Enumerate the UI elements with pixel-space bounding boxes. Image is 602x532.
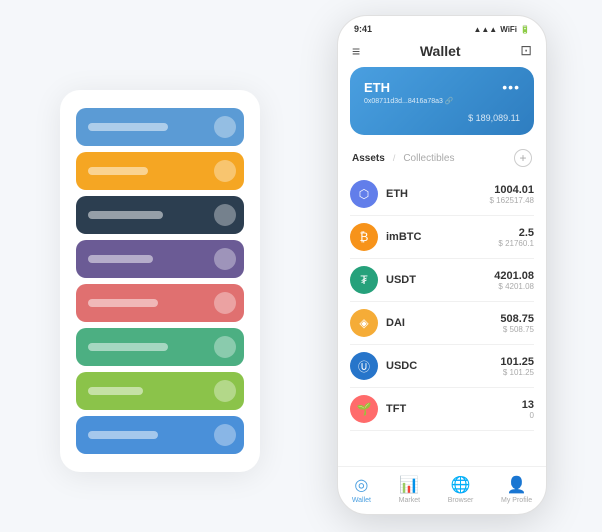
tab-divider: /: [393, 153, 396, 163]
status-bar: 9:41 ▲▲▲ WiFi 🔋: [338, 16, 546, 38]
eth-values: 1004.01 $ 162517.48: [490, 184, 535, 205]
tab-assets[interactable]: Assets: [352, 153, 385, 164]
dai-amount: 508.75: [500, 313, 534, 325]
bottom-nav: ◎ Wallet 📊 Market 🌐 Browser 👤 My Profile: [338, 466, 546, 514]
asset-row-eth[interactable]: ⬡ ETH 1004.01 $ 162517.48: [350, 173, 534, 216]
status-icons: ▲▲▲ WiFi 🔋: [473, 25, 530, 34]
phone-frame: 9:41 ▲▲▲ WiFi 🔋 ≡ Wallet ⊡ ETH ••• 0x087…: [337, 15, 547, 515]
tft-amount: 13: [522, 399, 534, 411]
market-nav-icon: 📊: [399, 475, 419, 495]
usdt-icon: ₮: [350, 266, 378, 294]
card-item[interactable]: [76, 240, 244, 278]
add-asset-button[interactable]: +: [514, 149, 532, 167]
page-title: Wallet: [420, 43, 461, 59]
eth-name: ETH: [386, 188, 490, 200]
nav-market[interactable]: 📊 Market: [399, 475, 420, 504]
tab-collectibles[interactable]: Collectibles: [403, 153, 454, 164]
status-time: 9:41: [354, 24, 372, 34]
profile-nav-label: My Profile: [501, 497, 532, 504]
imbtc-values: 2.5 $ 21760.1: [498, 227, 534, 248]
usdc-values: 101.25 $ 101.25: [500, 356, 534, 377]
imbtc-usd: $ 21760.1: [498, 239, 534, 248]
dai-usd: $ 508.75: [500, 325, 534, 334]
usdc-name: USDC: [386, 360, 500, 372]
eth-card[interactable]: ETH ••• 0x08711d3d...8416a78a3 🔗 $ 189,0…: [350, 67, 534, 135]
usdc-icon: Ⓤ: [350, 352, 378, 380]
asset-row-dai[interactable]: ◈ DAI 508.75 $ 508.75: [350, 302, 534, 345]
market-nav-label: Market: [399, 497, 420, 504]
wallet-nav-icon: ◎: [354, 475, 368, 495]
eth-balance-label: $ 189,089.11: [364, 113, 520, 123]
nav-profile[interactable]: 👤 My Profile: [501, 475, 532, 504]
eth-card-header: ETH •••: [364, 79, 520, 95]
eth-card-menu[interactable]: •••: [502, 79, 520, 95]
menu-icon[interactable]: ≡: [352, 43, 360, 59]
usdt-values: 4201.08 $ 4201.08: [494, 270, 534, 291]
dai-name: DAI: [386, 317, 500, 329]
wallet-nav-label: Wallet: [352, 497, 371, 504]
browser-nav-label: Browser: [448, 497, 474, 504]
card-item[interactable]: [76, 284, 244, 322]
tft-name: TFT: [386, 403, 522, 415]
asset-row-usdt[interactable]: ₮ USDT 4201.08 $ 4201.08: [350, 259, 534, 302]
usdt-amount: 4201.08: [494, 270, 534, 282]
eth-usd: $ 162517.48: [490, 196, 535, 205]
card-item[interactable]: [76, 372, 244, 410]
dai-values: 508.75 $ 508.75: [500, 313, 534, 334]
assets-tabs: Assets / Collectibles: [352, 153, 454, 164]
imbtc-icon: ₿: [350, 223, 378, 251]
tft-values: 13 0: [522, 399, 534, 420]
usdt-usd: $ 4201.08: [494, 282, 534, 291]
profile-nav-icon: 👤: [507, 475, 527, 495]
tft-icon: 🌱: [350, 395, 378, 423]
imbtc-amount: 2.5: [498, 227, 534, 239]
eth-address: 0x08711d3d...8416a78a3 🔗: [364, 97, 520, 105]
usdc-usd: $ 101.25: [500, 368, 534, 377]
assets-header: Assets / Collectibles +: [338, 145, 546, 173]
wifi-icon: WiFi: [500, 25, 517, 34]
battery-icon: 🔋: [520, 25, 530, 34]
expand-icon[interactable]: ⊡: [520, 42, 532, 59]
asset-list: ⬡ ETH 1004.01 $ 162517.48 ₿ imBTC 2.5 $ …: [338, 173, 546, 466]
usdc-amount: 101.25: [500, 356, 534, 368]
imbtc-name: imBTC: [386, 231, 498, 243]
card-item[interactable]: [76, 152, 244, 190]
card-item[interactable]: [76, 328, 244, 366]
signal-icon: ▲▲▲: [473, 25, 497, 34]
card-item[interactable]: [76, 196, 244, 234]
nav-wallet[interactable]: ◎ Wallet: [352, 475, 371, 504]
eth-card-title: ETH: [364, 80, 390, 95]
usdt-name: USDT: [386, 274, 494, 286]
dai-icon: ◈: [350, 309, 378, 337]
card-item[interactable]: [76, 416, 244, 454]
nav-browser[interactable]: 🌐 Browser: [448, 475, 474, 504]
eth-amount: 1004.01: [490, 184, 535, 196]
asset-row-usdc[interactable]: Ⓤ USDC 101.25 $ 101.25: [350, 345, 534, 388]
asset-row-tft[interactable]: 🌱 TFT 13 0: [350, 388, 534, 431]
card-stack: [60, 90, 260, 472]
eth-icon: ⬡: [350, 180, 378, 208]
asset-row-imbtc[interactable]: ₿ imBTC 2.5 $ 21760.1: [350, 216, 534, 259]
tft-usd: 0: [522, 411, 534, 420]
card-item[interactable]: [76, 108, 244, 146]
browser-nav-icon: 🌐: [451, 475, 471, 495]
top-nav: ≡ Wallet ⊡: [338, 38, 546, 67]
